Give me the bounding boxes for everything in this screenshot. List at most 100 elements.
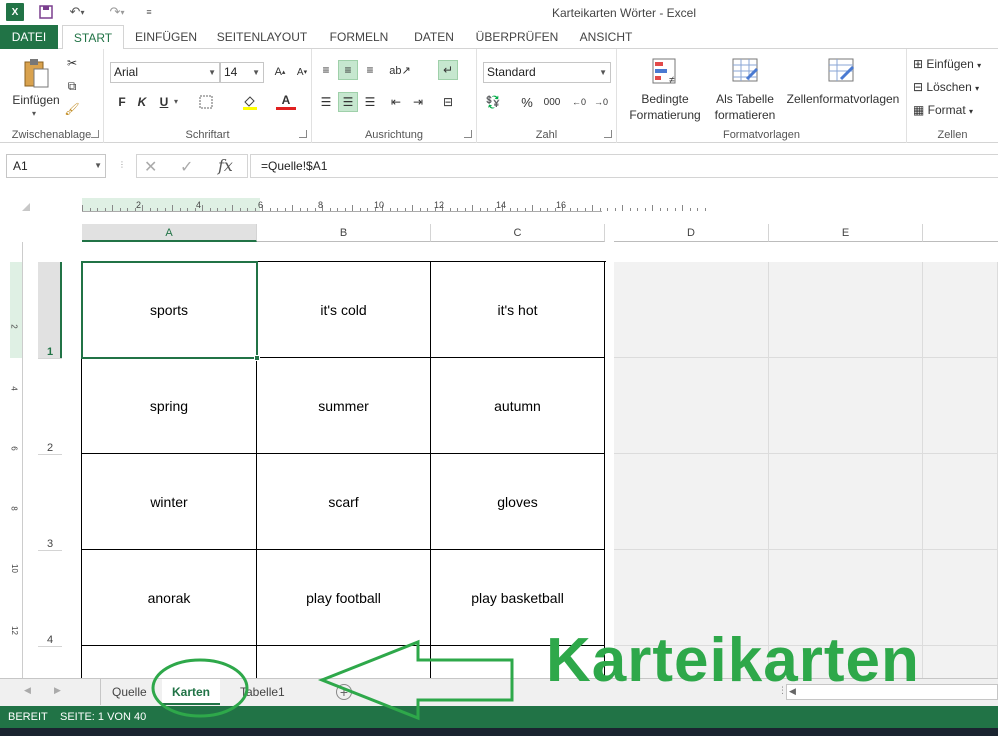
copy-icon[interactable]: ⧉ [62,76,82,96]
column-header-b[interactable]: B [257,224,431,242]
tab-datei[interactable]: DATEI [0,25,58,49]
decrease-decimal-icon[interactable]: →0 [591,92,611,112]
format-as-table-label-2[interactable]: formatieren [705,107,785,123]
cell-a1[interactable]: sports [82,262,257,358]
cell-b1[interactable]: it's cold [257,262,431,358]
cell-f3[interactable] [923,454,998,550]
format-cells-button[interactable]: ▦ Format ▾ [913,103,973,117]
align-middle-icon[interactable]: ≡ [338,60,358,80]
row-header-1-bg[interactable] [38,262,62,358]
underline-dropdown-icon[interactable]: ▾ [174,97,178,106]
shrink-font-icon[interactable]: A ▾ [292,62,312,82]
tab-start[interactable]: START [62,25,124,50]
italic-button[interactable]: K [132,92,152,112]
grow-font-icon[interactable]: A ▴ [270,62,290,82]
align-bottom-icon[interactable]: ≡ [360,60,380,80]
column-header-e[interactable]: E [769,224,923,242]
cell-a4[interactable]: anorak [82,550,257,646]
bold-button[interactable]: F [112,92,132,112]
cell-c3[interactable]: gloves [431,454,605,550]
cell-f1[interactable] [923,262,998,358]
font-name-select[interactable]: Arial ▼ [110,62,220,83]
alignment-launcher-icon[interactable] [464,130,472,138]
align-top-icon[interactable]: ≡ [316,60,336,80]
cell-f2[interactable] [923,358,998,454]
cell-e2[interactable] [769,358,923,454]
add-sheet-icon[interactable]: + [336,684,352,700]
column-header-c[interactable]: C [431,224,605,242]
cell-b4[interactable]: play football [257,550,431,646]
cell-c2[interactable]: autumn [431,358,605,454]
wrap-text-icon[interactable]: ↵ [438,60,458,80]
insert-function-button[interactable]: fx [218,156,233,175]
tab-formeln[interactable]: FORMELN [322,25,396,49]
align-left-icon[interactable]: ☰ [316,92,336,112]
row-header-4[interactable]: 4 [38,634,62,646]
conditional-formatting-label-1[interactable]: Bedingte [617,91,713,107]
column-header-a[interactable]: A [82,224,257,242]
increase-decimal-icon[interactable]: ←0 [569,92,589,112]
percent-button[interactable]: % [517,92,537,112]
enter-icon[interactable]: ✓ [180,157,193,177]
delete-cells-button[interactable]: ⊟ Löschen ▾ [913,80,979,94]
cell-d3[interactable] [614,454,769,550]
thousands-button[interactable]: 000 [539,92,565,112]
scroll-tabs-right-icon[interactable]: ▶ [54,685,61,696]
decrease-indent-icon[interactable]: ⇤ [386,92,406,112]
format-painter-icon[interactable]: 🖌 [62,99,82,119]
currency-icon[interactable]: 💱 [483,92,503,112]
cell-b3[interactable]: scarf [257,454,431,550]
fill-color-icon[interactable] [240,92,260,112]
underline-button[interactable]: U [154,92,174,112]
conditional-formatting-label-2[interactable]: Formatierung [617,107,713,123]
row-header-3[interactable]: 3 [38,538,62,550]
merge-center-icon[interactable]: ⊟ [438,92,458,112]
number-launcher-icon[interactable] [604,130,612,138]
sheet-tab-tabelle1[interactable]: Tabelle1 [230,679,295,705]
name-box[interactable]: A1 ▼ [6,154,106,178]
paste-dropdown-icon[interactable]: ▾ [32,109,36,118]
cell-b2[interactable]: summer [257,358,431,454]
orientation-icon[interactable]: ab↗ [389,60,410,80]
font-launcher-icon[interactable] [299,130,307,138]
borders-icon[interactable] [196,92,216,112]
select-all-corner[interactable] [22,203,30,211]
tab-ueberpruefen[interactable]: ÜBERPRÜFEN [472,25,562,49]
cell-a3[interactable]: winter [82,454,257,550]
cell-a5[interactable] [82,646,257,678]
cell-f4[interactable] [923,550,998,646]
cut-icon[interactable]: ✂ [62,53,82,73]
sheet-tab-quelle[interactable]: Quelle [102,679,157,705]
paste-icon[interactable] [22,57,50,89]
cell-styles-icon[interactable] [827,57,857,87]
cell-f5[interactable] [923,646,998,678]
cell-e1[interactable] [769,262,923,358]
font-size-select[interactable]: 14 ▼ [220,62,264,83]
paste-button[interactable]: Einfügen [6,92,66,108]
conditional-formatting-icon[interactable]: ≠ [651,57,681,87]
format-as-table-icon[interactable] [731,57,761,87]
cell-e3[interactable] [769,454,923,550]
increase-indent-icon[interactable]: ⇥ [408,92,428,112]
cell-a2[interactable]: spring [82,358,257,454]
cell-styles-button[interactable]: Zellenformatvorlagen [781,91,905,107]
align-right-icon[interactable]: ☰ [360,92,380,112]
cell-d1[interactable] [614,262,769,358]
align-center-icon[interactable]: ☰ [338,92,358,112]
font-color-button[interactable]: A [276,92,296,110]
fill-handle[interactable] [254,355,260,361]
tab-seitenlayout[interactable]: SEITENLAYOUT [210,25,314,49]
number-format-select[interactable]: Standard ▼ [483,62,611,83]
clipboard-launcher-icon[interactable] [91,130,99,138]
scroll-tabs-left-icon[interactable]: ◀ [24,685,31,696]
formula-input[interactable]: =Quelle!$A1 [250,154,998,178]
tab-ansicht[interactable]: ANSICHT [570,25,642,49]
insert-cells-button[interactable]: ⊞ Einfügen ▾ [913,57,981,71]
tab-einfuegen[interactable]: EINFÜGEN [130,25,202,49]
column-header-f[interactable] [923,224,998,242]
row-header-1[interactable]: 1 [38,346,62,358]
cell-d2[interactable] [614,358,769,454]
format-as-table-label-1[interactable]: Als Tabelle [705,91,785,107]
tab-daten[interactable]: DATEN [404,25,464,49]
cell-b5[interactable] [257,646,431,678]
